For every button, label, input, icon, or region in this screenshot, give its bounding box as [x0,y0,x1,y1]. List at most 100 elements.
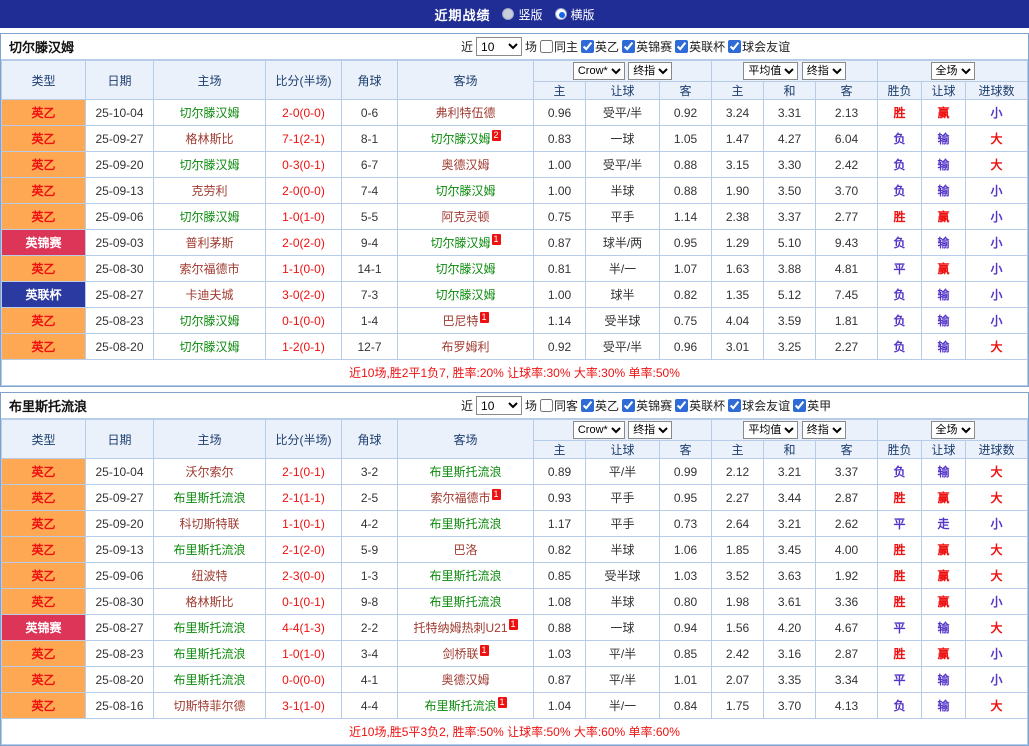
team-name-link[interactable]: 弗利特伍德 [435,106,495,120]
checkbox-input[interactable] [622,40,635,53]
home-team-cell[interactable]: 切尔滕汉姆 [154,100,266,126]
away-team-cell[interactable]: 切尔滕汉姆 [398,256,534,282]
team-name-link[interactable]: 布里斯托流浪 [173,673,245,687]
team-name-link[interactable]: 布里斯托流浪 [173,647,245,661]
away-team-cell[interactable]: 切尔滕汉姆2 [398,126,534,152]
team-name-link[interactable]: 索尔福德市 [430,491,490,505]
checkbox-input[interactable] [793,399,806,412]
team-name-link[interactable]: 切斯特菲尔德 [173,699,245,713]
match-count-select[interactable]: 10 [476,37,522,56]
team-name-link[interactable]: 布里斯托流浪 [424,699,496,713]
home-team-cell[interactable]: 科切斯特联 [154,511,266,537]
team-name-link[interactable]: 布里斯托流浪 [173,491,245,505]
checkbox-input[interactable] [675,399,688,412]
away-team-cell[interactable]: 剑桥联1 [398,641,534,667]
home-team-cell[interactable]: 索尔福德市 [154,256,266,282]
home-team-cell[interactable]: 切尔滕汉姆 [154,308,266,334]
away-team-cell[interactable]: 切尔滕汉姆 [398,282,534,308]
filter-checkbox[interactable]: 英甲 [793,397,831,414]
team-name-link[interactable]: 布里斯托流浪 [429,517,501,531]
away-team-cell[interactable]: 奥德汉姆 [398,152,534,178]
result-scope-select[interactable]: 全场 [931,62,975,80]
home-team-cell[interactable]: 普利茅斯 [154,230,266,256]
team-name-link[interactable]: 剑桥联 [442,647,478,661]
home-team-cell[interactable]: 卡迪夫城 [154,282,266,308]
checkbox-input[interactable] [622,399,635,412]
away-team-cell[interactable]: 奥德汉姆 [398,667,534,693]
home-team-cell[interactable]: 切尔滕汉姆 [154,152,266,178]
checkbox-input[interactable] [540,399,553,412]
filter-checkbox[interactable]: 同主 [540,38,578,55]
team-name-link[interactable]: 格林斯比 [185,595,233,609]
home-team-cell[interactable]: 布里斯托流浪 [154,485,266,511]
home-team-cell[interactable]: 切尔滕汉姆 [154,204,266,230]
away-team-cell[interactable]: 布里斯托流浪1 [398,693,534,719]
team-name-link[interactable]: 格林斯比 [185,132,233,146]
euro-odds-source-select[interactable]: 平均值 [743,62,798,80]
team-name-link[interactable]: 奥德汉姆 [441,158,489,172]
team-name-link[interactable]: 卡迪夫城 [185,288,233,302]
away-team-cell[interactable]: 布里斯托流浪 [398,459,534,485]
away-team-cell[interactable]: 布里斯托流浪 [398,563,534,589]
asian-odds-time-select[interactable]: 终指 [628,62,672,80]
euro-odds-time-select[interactable]: 终指 [802,421,846,439]
team-name-link[interactable]: 布里斯托流浪 [429,595,501,609]
team-name-link[interactable]: 切尔滕汉姆 [179,106,239,120]
team-name-link[interactable]: 科切斯特联 [179,517,239,531]
team-name-link[interactable]: 阿克灵顿 [441,210,489,224]
home-team-cell[interactable]: 切斯特菲尔德 [154,693,266,719]
home-team-cell[interactable]: 布里斯托流浪 [154,537,266,563]
away-team-cell[interactable]: 索尔福德市1 [398,485,534,511]
away-team-cell[interactable]: 托特纳姆热刺U211 [398,615,534,641]
team-name-link[interactable]: 切尔滕汉姆 [179,210,239,224]
team-name-link[interactable]: 布罗姆利 [441,340,489,354]
away-team-cell[interactable]: 阿克灵顿 [398,204,534,230]
away-team-cell[interactable]: 布里斯托流浪 [398,511,534,537]
filter-checkbox[interactable]: 球会友谊 [728,397,790,414]
team-name-link[interactable]: 普利茅斯 [185,236,233,250]
team-name-link[interactable]: 切尔滕汉姆 [179,158,239,172]
team-name-link[interactable]: 布里斯托流浪 [173,543,245,557]
checkbox-input[interactable] [728,399,741,412]
bookmaker-select[interactable]: Crow* [573,62,625,80]
away-team-cell[interactable]: 弗利特伍德 [398,100,534,126]
filter-checkbox[interactable]: 同客 [540,397,578,414]
away-team-cell[interactable]: 巴洛 [398,537,534,563]
filter-checkbox[interactable]: 英乙 [581,397,619,414]
team-name-link[interactable]: 切尔滕汉姆 [179,340,239,354]
team-name-link[interactable]: 托特纳姆热刺U21 [413,621,507,635]
filter-checkbox[interactable]: 英锦赛 [622,397,672,414]
team-name-link[interactable]: 巴洛 [453,543,477,557]
match-count-select[interactable]: 10 [476,396,522,415]
away-team-cell[interactable]: 切尔滕汉姆 [398,178,534,204]
away-team-cell[interactable]: 布罗姆利 [398,334,534,360]
team-name-link[interactable]: 切尔滕汉姆 [430,236,490,250]
home-team-cell[interactable]: 布里斯托流浪 [154,615,266,641]
result-scope-select[interactable]: 全场 [931,421,975,439]
team-name-link[interactable]: 切尔滕汉姆 [435,288,495,302]
team-name-link[interactable]: 切尔滕汉姆 [435,262,495,276]
layout-radio-vertical[interactable]: 竖版 [502,6,542,23]
team-name-link[interactable]: 纽波特 [191,569,227,583]
euro-odds-time-select[interactable]: 终指 [802,62,846,80]
checkbox-input[interactable] [728,40,741,53]
home-team-cell[interactable]: 布里斯托流浪 [154,667,266,693]
home-team-cell[interactable]: 克劳利 [154,178,266,204]
home-team-cell[interactable]: 切尔滕汉姆 [154,334,266,360]
team-name-link[interactable]: 布里斯托流浪 [429,465,501,479]
filter-checkbox[interactable]: 英联杯 [675,397,725,414]
bookmaker-select[interactable]: Crow* [573,421,625,439]
home-team-cell[interactable]: 纽波特 [154,563,266,589]
home-team-cell[interactable]: 格林斯比 [154,589,266,615]
away-team-cell[interactable]: 布里斯托流浪 [398,589,534,615]
filter-checkbox[interactable]: 英乙 [581,38,619,55]
team-name-link[interactable]: 切尔滕汉姆 [435,184,495,198]
checkbox-input[interactable] [581,399,594,412]
euro-odds-source-select[interactable]: 平均值 [743,421,798,439]
team-name-link[interactable]: 索尔福德市 [179,262,239,276]
team-name-link[interactable]: 巴尼特 [442,314,478,328]
home-team-cell[interactable]: 布里斯托流浪 [154,641,266,667]
filter-checkbox[interactable]: 球会友谊 [728,38,790,55]
team-name-link[interactable]: 切尔滕汉姆 [179,314,239,328]
away-team-cell[interactable]: 巴尼特1 [398,308,534,334]
